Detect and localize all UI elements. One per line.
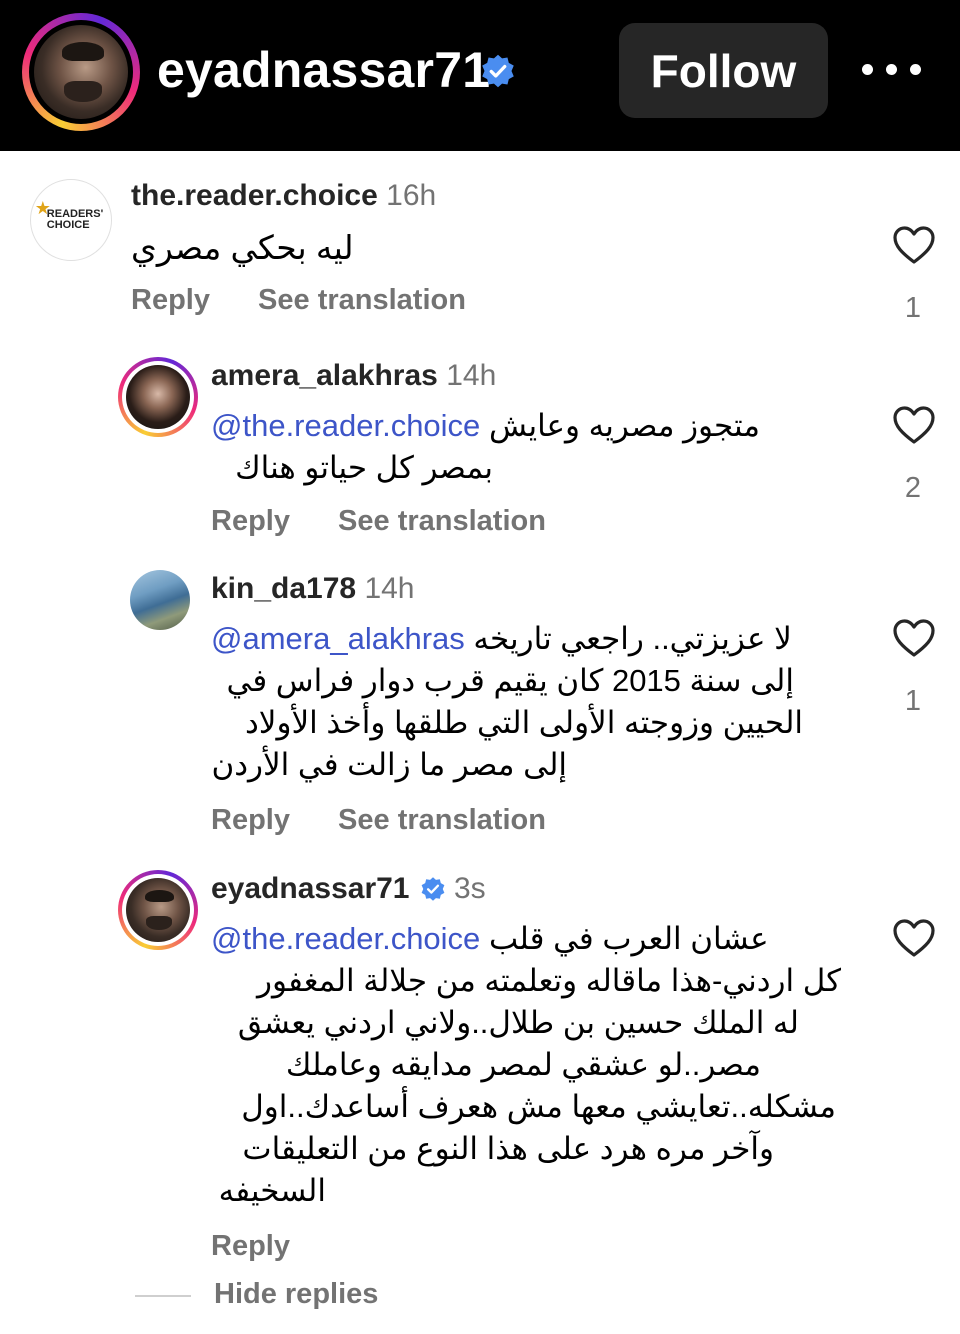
like-count: 1: [904, 685, 922, 717]
comment-time: 14h: [446, 359, 497, 392]
comment-username[interactable]: amera_alakhras 14h: [211, 359, 496, 393]
see-translation-button[interactable]: See translation: [338, 505, 546, 537]
comment-username[interactable]: the.reader.choice 16h: [131, 179, 436, 213]
like-count: 2: [904, 472, 922, 504]
comment-text: @amera_alakhras لا عزيزتي.. راجعي تاريخه…: [211, 621, 803, 782]
mention-link[interactable]: @amera_alakhras: [211, 621, 465, 656]
commenter-avatar[interactable]: [130, 570, 190, 630]
commenter-avatar[interactable]: [118, 357, 198, 437]
comment-time: 3s: [454, 872, 486, 905]
profile-username[interactable]: eyadnassar71: [157, 40, 490, 100]
comment-item: ★ READERS' CHOICE the.reader.choice 16h ل…: [0, 151, 960, 341]
reply-item: amera_alakhras 14h @the.reader.choice مت…: [0, 341, 960, 556]
reply-button[interactable]: Reply: [211, 1230, 290, 1262]
comment-username[interactable]: eyadnassar71: [211, 872, 410, 906]
comment-actions: Reply See translation: [131, 284, 466, 317]
reply-button[interactable]: Reply: [211, 804, 290, 836]
hide-replies-row: Hide replies: [0, 1276, 960, 1326]
heart-icon[interactable]: [892, 618, 936, 658]
verified-badge-icon: [421, 877, 445, 901]
reply-item: kin_da178 14h @amera_alakhras لا عزيزتي.…: [0, 556, 960, 856]
comment-text: ليه بحكي مصري: [131, 229, 354, 266]
comment-time: 16h: [386, 179, 437, 212]
like-count: 1: [904, 292, 922, 324]
see-translation-button[interactable]: See translation: [338, 804, 546, 836]
reply-button[interactable]: Reply: [131, 284, 210, 316]
comment-actions: Reply: [211, 1230, 290, 1263]
comment-username[interactable]: kin_da178 14h: [211, 572, 415, 606]
comment-text: @the.reader.choice عشان العرب في قلب كل …: [211, 921, 841, 1208]
heart-icon[interactable]: [892, 918, 936, 958]
see-translation-button[interactable]: See translation: [258, 284, 466, 316]
profile-avatar[interactable]: [22, 13, 140, 131]
verified-badge-icon: [482, 54, 514, 88]
comment-time: 14h: [364, 572, 415, 605]
readers-choice-logo: ★ READERS' CHOICE: [34, 198, 104, 231]
commenter-avatar[interactable]: [118, 870, 198, 950]
follow-button[interactable]: Follow: [619, 23, 828, 118]
comment-actions: Reply See translation: [211, 804, 546, 837]
hide-replies-button[interactable]: Hide replies: [214, 1278, 378, 1311]
heart-icon[interactable]: [892, 405, 936, 445]
reply-button[interactable]: Reply: [211, 505, 290, 537]
mention-link[interactable]: @the.reader.choice: [211, 408, 480, 443]
heart-icon[interactable]: [892, 225, 936, 265]
comment-text: @the.reader.choice متجوز مصريه وعايش بمص…: [211, 408, 761, 485]
mention-link[interactable]: @the.reader.choice: [211, 921, 480, 956]
more-icon[interactable]: [862, 50, 922, 90]
reply-item: eyadnassar71 3s @the.reader.choice عشان …: [0, 856, 960, 1276]
commenter-avatar[interactable]: ★ READERS' CHOICE: [30, 179, 112, 261]
divider-line: [135, 1295, 191, 1297]
profile-header: eyadnassar71 Follow: [0, 0, 960, 151]
comment-actions: Reply See translation: [211, 505, 546, 538]
